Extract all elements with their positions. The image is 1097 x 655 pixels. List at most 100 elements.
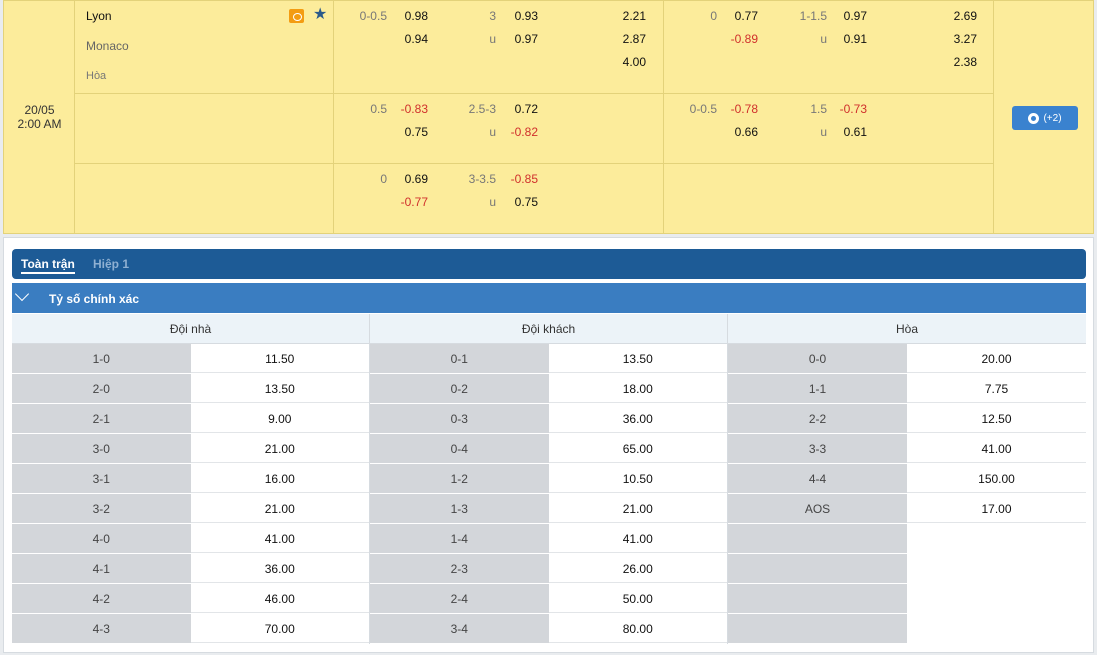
score-label: 4-1 — [12, 554, 191, 583]
chevron-down-icon[interactable] — [14, 286, 30, 302]
score-odds[interactable]: 17.00 — [907, 494, 1086, 523]
table-row: 3-2 21.00 — [12, 494, 369, 524]
live-stream-icon[interactable] — [289, 9, 304, 23]
h1-1x2-home-odds[interactable]: 2.69 — [954, 9, 977, 23]
table-row: 3-0 21.00 — [12, 434, 369, 464]
tab-full-match[interactable]: Toàn trận — [21, 257, 75, 274]
more-markets-count: (+2) — [1043, 112, 1062, 124]
ft-ou-under-label: u — [489, 195, 496, 209]
empty-cell — [907, 584, 1086, 613]
empty-cell — [728, 614, 907, 643]
score-odds[interactable]: 80.00 — [548, 614, 727, 643]
table-row: 2-4 50.00 — [370, 584, 727, 614]
score-odds[interactable]: 46.00 — [190, 584, 369, 613]
ft-handicap-home-odds[interactable]: 0.69 — [405, 172, 428, 186]
h1-ou-under-odds[interactable]: 0.91 — [844, 32, 867, 46]
ft-ou-over-odds[interactable]: 0.93 — [515, 9, 538, 23]
section-title: Tỷ số chính xác — [49, 292, 140, 306]
score-label: 2-2 — [728, 404, 907, 433]
h1-ou-over-odds[interactable]: 0.97 — [844, 9, 867, 23]
away-team-name[interactable]: Monaco — [86, 39, 129, 53]
score-odds[interactable]: 50.00 — [548, 584, 727, 613]
score-odds[interactable]: 9.00 — [190, 404, 369, 433]
more-markets-button[interactable]: (+2) — [1012, 106, 1078, 130]
score-odds[interactable]: 70.00 — [190, 614, 369, 643]
table-row: 2-1 9.00 — [12, 404, 369, 434]
score-odds[interactable]: 7.75 — [907, 374, 1086, 403]
star-icon[interactable]: ★ — [313, 7, 327, 23]
score-odds[interactable]: 150.00 — [907, 464, 1086, 493]
h1-ou-under-odds[interactable]: 0.61 — [844, 125, 867, 139]
ft-handicap-home-odds[interactable]: 0.98 — [405, 9, 428, 23]
score-label: 1-1 — [728, 374, 907, 403]
ft-handicap-away-odds[interactable]: 0.75 — [405, 125, 428, 139]
score-label: 1-2 — [370, 464, 549, 493]
ft-handicap-home-odds[interactable]: -0.83 — [401, 102, 428, 116]
divider — [74, 163, 993, 164]
ft-1x2-home-odds[interactable]: 2.21 — [623, 9, 646, 23]
h1-handicap-home-odds[interactable]: -0.78 — [731, 102, 758, 116]
h1-ou-line: 1.5 — [810, 102, 827, 116]
home-team-name[interactable]: Lyon — [86, 9, 112, 23]
score-label: 0-2 — [370, 374, 549, 403]
score-odds[interactable]: 21.00 — [190, 434, 369, 463]
ft-1x2-away-odds[interactable]: 2.87 — [623, 32, 646, 46]
ft-handicap-line: 0.5 — [370, 102, 387, 116]
score-odds[interactable]: 11.50 — [190, 344, 369, 373]
table-row — [728, 554, 1086, 584]
score-label: 2-3 — [370, 554, 549, 583]
score-odds[interactable]: 18.00 — [548, 374, 727, 403]
table-row: 1-4 41.00 — [370, 524, 727, 554]
ft-ou-line: 3-3.5 — [468, 172, 496, 186]
column-header-home: Đội nhà — [12, 314, 370, 343]
score-odds[interactable]: 41.00 — [907, 434, 1086, 463]
ft-1x2-draw-odds[interactable]: 4.00 — [623, 55, 646, 69]
score-label: 0-1 — [370, 344, 549, 373]
table-row: 0-3 36.00 — [370, 404, 727, 434]
score-odds[interactable]: 10.50 — [548, 464, 727, 493]
table-row: 1-1 7.75 — [728, 374, 1086, 404]
score-odds[interactable]: 12.50 — [907, 404, 1086, 433]
score-odds[interactable]: 13.50 — [190, 374, 369, 403]
score-odds[interactable]: 21.00 — [548, 494, 727, 523]
score-odds[interactable]: 26.00 — [548, 554, 727, 583]
score-odds[interactable]: 36.00 — [190, 554, 369, 583]
score-odds[interactable]: 21.00 — [190, 494, 369, 523]
score-odds[interactable]: 36.00 — [548, 404, 727, 433]
ft-ou-over-odds[interactable]: 0.72 — [515, 102, 538, 116]
ft-ou-under-label: u — [489, 125, 496, 139]
tab-first-half[interactable]: Hiệp 1 — [93, 257, 129, 271]
score-label: 3-0 — [12, 434, 191, 463]
h1-1x2-draw-odds[interactable]: 2.38 — [954, 55, 977, 69]
table-row: 1-2 10.50 — [370, 464, 727, 494]
match-row: 20/05 2:00 AM Lyon Monaco Hòa ★ 0-0.5 0.… — [3, 0, 1094, 234]
score-odds[interactable]: 13.50 — [548, 344, 727, 373]
h1-handicap-away-odds[interactable]: -0.89 — [731, 32, 758, 46]
h1-ou-under-label: u — [820, 125, 827, 139]
ft-ou-under-odds[interactable]: 0.75 — [515, 195, 538, 209]
ft-ou-under-odds[interactable]: -0.82 — [511, 125, 538, 139]
section-header[interactable]: Tỷ số chính xác — [12, 283, 1086, 313]
column-header-away: Đội khách — [370, 314, 728, 343]
correct-score-table: Đội nhà Đội khách Hòa 1-0 11.50 2-0 13.50 2-… — [12, 314, 1086, 644]
h1-1x2-away-odds[interactable]: 3.27 — [954, 32, 977, 46]
ft-handicap-away-odds[interactable]: 0.94 — [405, 32, 428, 46]
table-row: AOS 17.00 — [728, 494, 1086, 524]
column-away: 0-1 13.50 0-2 18.00 0-3 36.00 0-4 65.00 1-2 10.50… — [370, 344, 728, 644]
score-odds[interactable]: 20.00 — [907, 344, 1086, 373]
h1-handicap-home-odds[interactable]: 0.77 — [735, 9, 758, 23]
empty-cell — [728, 584, 907, 613]
score-odds[interactable]: 41.00 — [548, 524, 727, 553]
score-odds[interactable]: 65.00 — [548, 434, 727, 463]
score-odds[interactable]: 41.00 — [190, 524, 369, 553]
score-label: 3-1 — [12, 464, 191, 493]
score-odds[interactable]: 16.00 — [190, 464, 369, 493]
ft-handicap-away-odds[interactable]: -0.77 — [401, 195, 428, 209]
h1-handicap-away-odds[interactable]: 0.66 — [735, 125, 758, 139]
ft-ou-over-odds[interactable]: -0.85 — [511, 172, 538, 186]
ft-ou-under-odds[interactable]: 0.97 — [515, 32, 538, 46]
h1-ou-over-odds[interactable]: -0.73 — [840, 102, 867, 116]
score-label: 3-4 — [370, 614, 549, 643]
ft-ou-line: 2.5-3 — [468, 102, 496, 116]
h1-ou-line: 1-1.5 — [799, 9, 827, 23]
